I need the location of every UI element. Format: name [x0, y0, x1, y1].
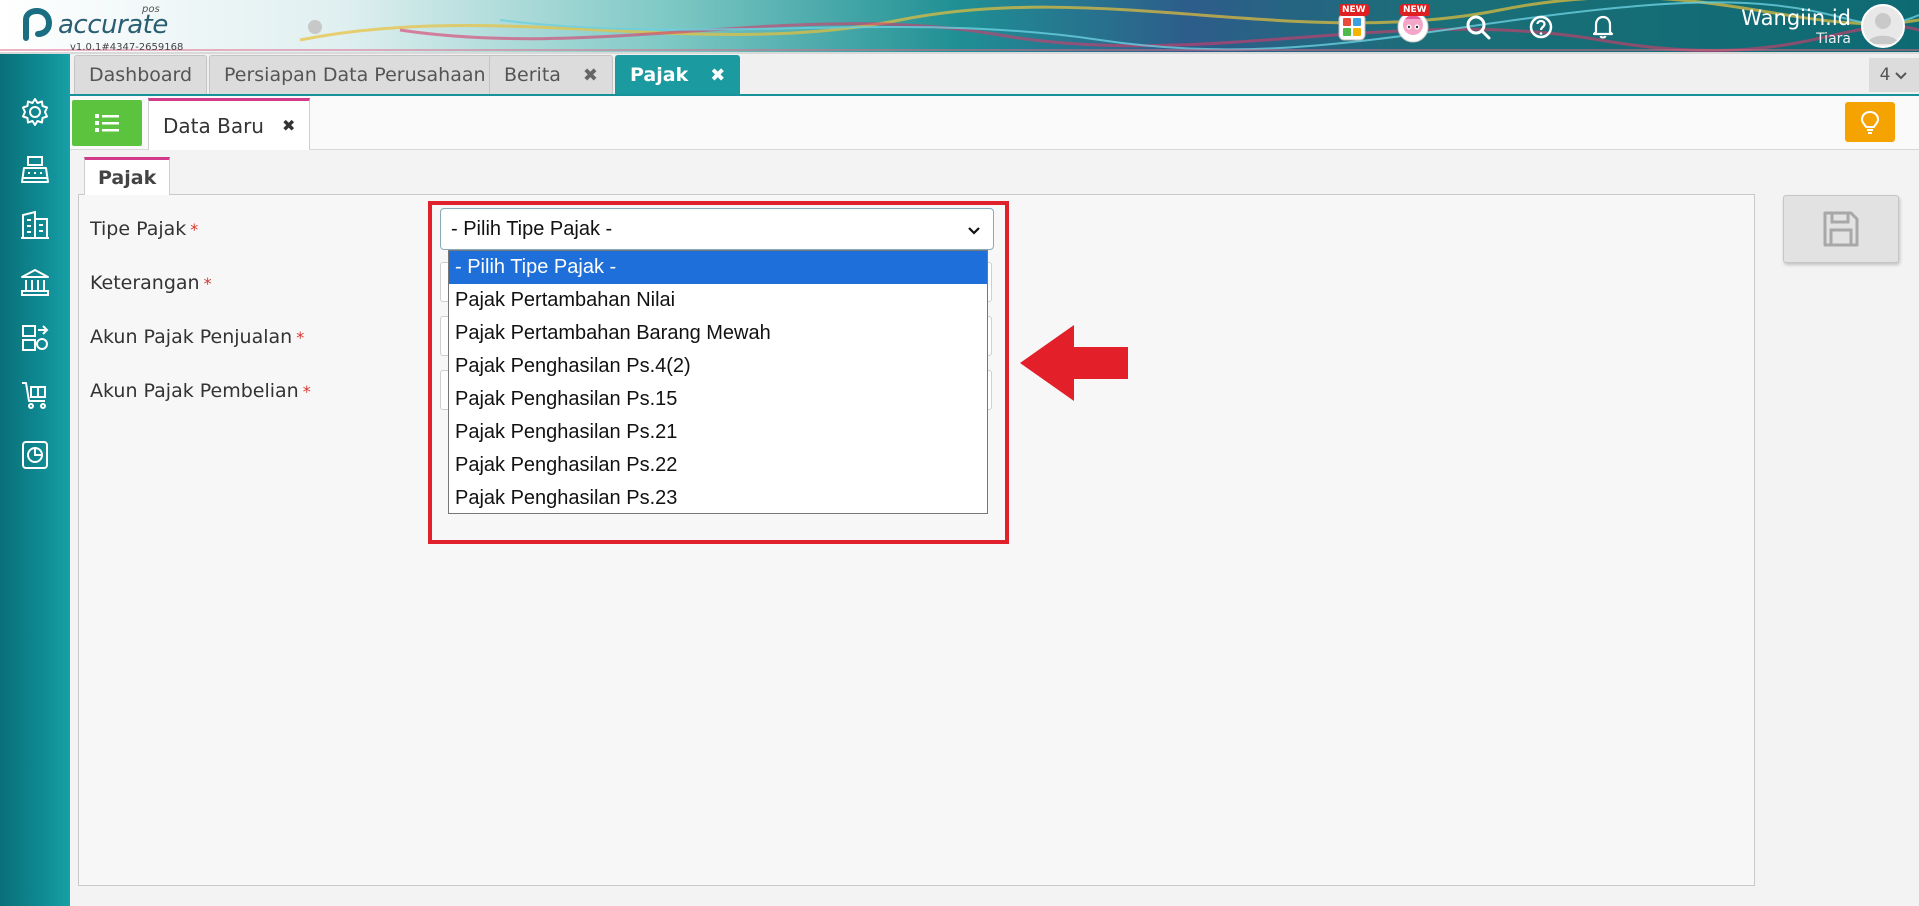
tab-label: Pajak — [630, 64, 689, 86]
form-tab-pajak[interactable]: Pajak — [84, 157, 171, 195]
tab-label: Berita — [504, 64, 561, 86]
inventory-icon — [22, 325, 49, 351]
header-wave-decoration — [0, 0, 1919, 52]
tab-label: Persiapan Data Perusahaan — [224, 64, 486, 86]
chevron-down-icon — [1895, 72, 1908, 80]
select-value: - Pilih Tipe Pajak - — [451, 217, 613, 240]
required-mark: * — [190, 220, 199, 239]
left-sidebar — [0, 54, 70, 906]
app-version: v1.0.1#4347-2659168 — [70, 42, 184, 53]
company-name[interactable]: Wangiin.id — [1741, 6, 1851, 30]
subtab-data-baru[interactable]: Data Baru ✖ — [148, 98, 311, 150]
mascot-button[interactable]: NEW — [1396, 4, 1430, 44]
list-icon — [95, 114, 119, 132]
dropdown-option[interactable]: Pajak Penghasilan Ps.23 — [449, 482, 987, 515]
dropdown-option[interactable]: Pajak Pertambahan Barang Mewah — [449, 317, 987, 350]
module-tabs: Dashboard Persiapan Data Perusahaan Beri… — [70, 54, 1919, 96]
tab-label: Dashboard — [89, 64, 193, 86]
tipe-pajak-dropdown: - Pilih Tipe Pajak - Pajak Pertambahan N… — [448, 250, 988, 514]
dropdown-option[interactable]: Pajak Penghasilan Ps.22 — [449, 449, 987, 482]
cart-icon — [22, 382, 46, 409]
top-header: accurate pos v1.0.1#4347-2659168 NEW NEW — [0, 0, 1919, 54]
save-button[interactable] — [1783, 195, 1899, 263]
label-akun-pajak-pembelian: Akun Pajak Pembelian * — [90, 380, 311, 402]
required-mark: * — [203, 274, 212, 293]
user-avatar-icon — [1868, 13, 1898, 44]
sidebar-item-inventory[interactable] — [17, 320, 53, 356]
annotation-arrow-icon — [1020, 325, 1128, 401]
sidebar-item-bank[interactable] — [17, 264, 53, 300]
gear-icon — [22, 98, 48, 126]
bell-icon — [1592, 15, 1614, 39]
sub-tab-bar: Data Baru ✖ — [70, 96, 1919, 150]
dropdown-option[interactable]: Pajak Penghasilan Ps.4(2) — [449, 350, 987, 383]
sidebar-item-pos[interactable] — [17, 152, 53, 188]
avatar[interactable] — [1861, 4, 1905, 48]
user-name: Tiara — [1816, 31, 1851, 47]
tab-count: 4 — [1879, 65, 1891, 85]
search-button[interactable] — [1461, 10, 1495, 44]
form-tab-label: Pajak — [98, 166, 157, 189]
app-grid-icon — [1338, 13, 1366, 41]
close-icon[interactable]: ✖ — [710, 65, 725, 86]
cash-register-icon — [21, 156, 49, 183]
bank-icon — [21, 269, 49, 296]
label-tipe-pajak: Tipe Pajak * — [90, 218, 199, 240]
required-mark: * — [296, 328, 305, 347]
sidebar-item-settings[interactable] — [17, 94, 53, 130]
report-icon — [22, 441, 48, 469]
close-icon[interactable]: ✖ — [583, 65, 598, 86]
accurate-logo-icon — [23, 8, 53, 41]
status-dot — [308, 20, 322, 34]
open-tabs-dropdown[interactable]: 4 — [1869, 58, 1919, 92]
accurate-logo[interactable]: accurate pos v1.0.1#4347-2659168 — [18, 4, 198, 52]
sidebar-item-company[interactable] — [17, 207, 53, 243]
save-icon — [1823, 211, 1859, 247]
sidebar-item-report[interactable] — [17, 437, 53, 473]
notification-button[interactable] — [1586, 10, 1620, 44]
app-grid-button[interactable]: NEW — [1335, 4, 1369, 44]
sidebar-item-purchase[interactable] — [17, 377, 53, 413]
label-akun-pajak-penjualan: Akun Pajak Penjualan * — [90, 326, 305, 348]
label-keterangan: Keterangan * — [90, 272, 212, 294]
close-icon[interactable]: ✖ — [282, 116, 295, 135]
dropdown-option[interactable]: Pajak Penghasilan Ps.15 — [449, 383, 987, 416]
required-mark: * — [302, 382, 311, 401]
help-button[interactable] — [1524, 10, 1558, 44]
new-badge: NEW — [1339, 4, 1369, 16]
tips-button[interactable] — [1845, 102, 1895, 142]
tab-berita[interactable]: Berita ✖ — [489, 55, 614, 94]
list-view-button[interactable] — [72, 100, 142, 146]
logo-sub: pos — [142, 4, 160, 15]
tab-dashboard[interactable]: Dashboard — [74, 55, 208, 94]
new-badge: NEW — [1400, 4, 1430, 16]
chevron-down-icon — [968, 227, 980, 235]
tab-pajak[interactable]: Pajak ✖ — [615, 55, 741, 94]
building-icon — [21, 210, 49, 239]
lightbulb-icon — [1860, 110, 1880, 134]
dropdown-option[interactable]: Pajak Penghasilan Ps.21 — [449, 416, 987, 449]
tipe-pajak-select[interactable]: - Pilih Tipe Pajak - — [440, 208, 994, 250]
dropdown-option[interactable]: Pajak Pertambahan Nilai — [449, 284, 987, 317]
help-icon — [1529, 15, 1553, 39]
search-icon — [1466, 15, 1491, 40]
tab-persiapan-data-perusahaan[interactable]: Persiapan Data Perusahaan — [209, 55, 501, 94]
subtab-label: Data Baru — [163, 113, 264, 138]
dropdown-option[interactable]: - Pilih Tipe Pajak - — [449, 251, 987, 284]
